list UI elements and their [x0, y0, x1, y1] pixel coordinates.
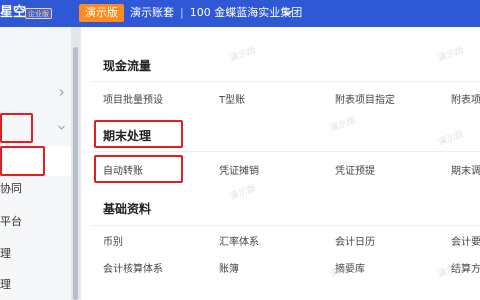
divider	[91, 151, 480, 152]
sidebar-item-platform[interactable]: 平台	[0, 207, 71, 237]
link-item[interactable]: 币别	[103, 237, 123, 249]
sidebar-item-1[interactable]	[0, 78, 71, 108]
main-panel: 现金流量 项目批量预设 T型账 附表项目指定 附表项目 期末处理 自动转账 凭证…	[80, 27, 480, 300]
brand-logo[interactable]: 星空	[0, 6, 26, 20]
chevron-down-icon[interactable]	[283, 8, 293, 18]
section-title-cashflow: 现金流量	[103, 59, 152, 73]
scrollbar-thumb[interactable]	[73, 47, 78, 300]
top-bar: 星空 企业版 演示版 演示账套 | 100 金蝶蓝海实业集团	[0, 0, 480, 27]
sidebar-scrollbar[interactable]	[71, 27, 80, 300]
watermark: 演示版	[328, 261, 358, 281]
edition-badge: 企业版	[25, 8, 52, 19]
watermark: 演示版	[328, 115, 358, 135]
watermark: 演示版	[436, 129, 466, 149]
divider	[91, 81, 480, 82]
section-title-basic-data: 基础资料	[103, 202, 152, 216]
sidebar-item-manage-2[interactable]: 理	[0, 270, 71, 300]
highlight-box	[94, 155, 183, 183]
sidebar-item-manage-1[interactable]: 理	[0, 239, 71, 269]
link-item[interactable]: 附表项目	[451, 95, 480, 107]
link-item[interactable]: 会计日历	[335, 237, 375, 249]
link-item[interactable]: 项目批量预设	[103, 95, 163, 107]
sidebar-item-collab[interactable]: 协同	[0, 174, 71, 204]
link-item[interactable]: 汇率体系	[219, 237, 259, 249]
highlight-box	[0, 113, 33, 143]
link-item[interactable]: 会计核算体系	[103, 264, 163, 276]
highlight-box	[0, 146, 45, 176]
sidebar-item-label: 平台	[0, 215, 22, 228]
sidebar-item-label: 协同	[0, 182, 22, 195]
watermark: 演示版	[436, 45, 466, 65]
watermark: 演示版	[228, 45, 258, 65]
link-item[interactable]: T型账	[219, 95, 245, 107]
separator: |	[180, 6, 184, 19]
divider	[91, 225, 480, 226]
demo-badge: 演示版	[79, 4, 124, 22]
link-item[interactable]: 附表项目指定	[335, 95, 395, 107]
link-item[interactable]: 账簿	[219, 264, 239, 276]
link-item[interactable]: 凭证预提	[335, 166, 375, 178]
link-item[interactable]: 会计要素	[451, 237, 480, 249]
account-label: 演示账套	[130, 6, 174, 19]
chevron-right-icon	[59, 89, 64, 96]
sidebar-item-label: 理	[0, 278, 11, 291]
sidebar-item-label: 理	[0, 247, 11, 260]
link-item[interactable]: 凭证摊销	[219, 166, 259, 178]
watermark: 演示版	[228, 183, 258, 203]
watermark: 演示版	[436, 261, 466, 281]
link-item[interactable]: 期末调汇	[451, 166, 480, 178]
account-selector[interactable]: 演示账套 | 100 金蝶蓝海实业集团	[130, 6, 302, 20]
highlight-box	[94, 120, 183, 148]
chevron-down-icon	[58, 125, 65, 130]
